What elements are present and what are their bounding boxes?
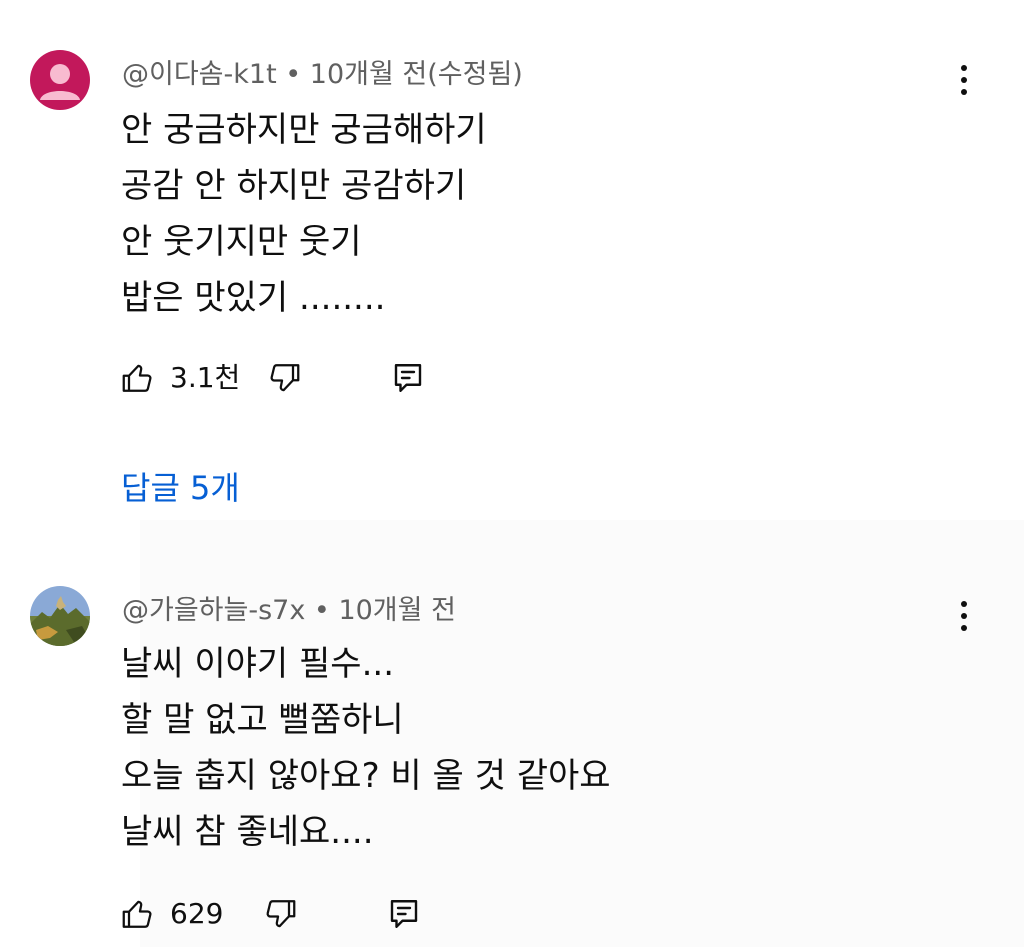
comment-actions: 3.1천 <box>118 356 438 400</box>
avatar[interactable] <box>30 50 90 110</box>
reply-comment-icon <box>394 364 422 392</box>
thumbs-up-icon <box>122 364 152 392</box>
comment-line: 밥은 맛있기 ........ <box>121 278 386 318</box>
dislike-button[interactable] <box>260 892 300 936</box>
landscape-avatar-icon <box>30 586 90 646</box>
comment-time: 10개월 전(수정됨) <box>309 59 523 90</box>
like-count: 629 <box>170 897 224 930</box>
comment-line: 할 말 없고 뻘쭘하니 <box>121 700 404 740</box>
comment-meta: @이다솜-k1t • 10개월 전(수정됨) <box>122 58 523 92</box>
comment-time: 10개월 전 <box>338 595 456 626</box>
thumbs-down-icon <box>266 900 296 928</box>
meta-separator: • <box>313 595 330 626</box>
comment-meta: @가을하늘-s7x • 10개월 전 <box>122 594 456 628</box>
comment-line: 안 궁금하지만 궁금해하기 <box>121 110 487 150</box>
comment-line: 오늘 춥지 않아요? 비 올 것 같아요 <box>121 756 611 796</box>
meta-separator: • <box>285 59 302 90</box>
comment-line: 날씨 이야기 필수... <box>121 644 394 684</box>
thumbs-down-icon <box>270 364 300 392</box>
comment-actions: 629 <box>118 892 438 936</box>
reply-button[interactable] <box>388 356 428 400</box>
dislike-button[interactable] <box>264 356 304 400</box>
author-name[interactable]: @이다솜-k1t <box>122 59 277 90</box>
default-user-avatar-icon <box>30 50 90 110</box>
avatar[interactable] <box>30 586 90 646</box>
comment-text: 안 궁금하지만 궁금해하기 공감 안 하지만 공감하기 안 웃기지만 웃기 밥은… <box>121 102 487 326</box>
view-replies-button[interactable]: 답글 5개 <box>121 466 240 510</box>
comment-text: 날씨 이야기 필수... 할 말 없고 뻘쭘하니 오늘 춥지 않아요? 비 올 … <box>121 636 611 860</box>
like-count: 3.1천 <box>170 361 241 394</box>
like-button[interactable] <box>118 892 158 936</box>
comment-line: 날씨 참 좋네요.... <box>121 812 374 852</box>
reply-comment-icon <box>390 900 418 928</box>
comment-line: 안 웃기지만 웃기 <box>121 222 362 262</box>
more-vertical-icon <box>961 65 967 71</box>
like-button[interactable] <box>118 356 158 400</box>
thumbs-up-icon <box>122 900 152 928</box>
more-options-button[interactable] <box>946 58 982 102</box>
more-options-button[interactable] <box>946 594 982 638</box>
more-vertical-icon <box>961 601 967 607</box>
reply-button[interactable] <box>384 892 424 936</box>
author-name[interactable]: @가을하늘-s7x <box>122 595 305 626</box>
comment-line: 공감 안 하지만 공감하기 <box>121 166 467 206</box>
